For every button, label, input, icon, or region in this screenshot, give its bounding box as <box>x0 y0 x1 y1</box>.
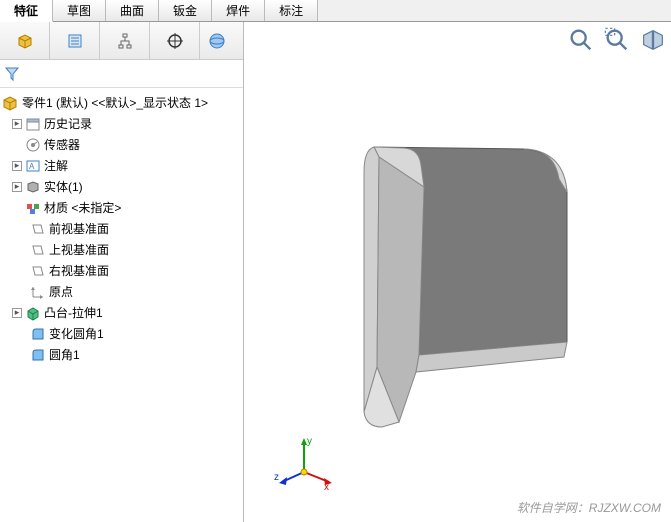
x-axis-label: x <box>324 482 329 492</box>
item-label: 传感器 <box>44 136 80 153</box>
axis-triad[interactable]: y x z <box>274 432 334 492</box>
feature-tree-btn[interactable] <box>0 22 50 59</box>
item-label: 材质 <未指定> <box>44 199 121 216</box>
part-icon <box>2 95 18 111</box>
tree-item-solid-bodies[interactable]: ▸ 实体(1) <box>0 176 243 197</box>
tree-item-annotations[interactable]: ▸ A 注解 <box>0 155 243 176</box>
expand-icon[interactable]: ▸ <box>12 119 22 129</box>
tree-item-history[interactable]: ▸ 历史记录 <box>0 113 243 134</box>
command-tabs: 特征 草图 曲面 钣金 焊件 标注 <box>0 0 671 22</box>
item-label: 凸台-拉伸1 <box>44 304 103 321</box>
tab-features[interactable]: 特征 <box>0 0 53 22</box>
material-icon <box>25 200 41 216</box>
zoom-fit-icon[interactable] <box>567 26 595 54</box>
y-axis-label: y <box>307 436 312 447</box>
cube-icon <box>17 33 33 49</box>
expand-icon[interactable]: ▸ <box>12 161 22 171</box>
watermark: 软件自学网：RJZXW.COM <box>517 499 661 516</box>
annotation-icon: A <box>25 158 41 174</box>
item-label: 圆角1 <box>49 346 80 363</box>
tree-root-label: 零件1 (默认) <<默认>_显示状态 1> <box>22 94 208 111</box>
item-label: 注解 <box>44 157 68 174</box>
target-icon <box>167 33 183 49</box>
sensor-icon <box>25 137 41 153</box>
tab-surfaces[interactable]: 曲面 <box>106 0 159 21</box>
tree-item-material[interactable]: 材质 <未指定> <box>0 197 243 218</box>
feature-manager-panel: 零件1 (默认) <<默认>_显示状态 1> ▸ 历史记录 传感器 ▸ A 注解… <box>0 22 244 522</box>
expand-icon[interactable]: ▸ <box>12 308 22 318</box>
tree-root[interactable]: 零件1 (默认) <<默认>_显示状态 1> <box>0 92 243 113</box>
item-label: 历史记录 <box>44 115 92 132</box>
z-axis-label: z <box>274 472 279 483</box>
plane-icon <box>30 221 46 237</box>
fillet-icon <box>30 347 46 363</box>
solid-icon <box>25 179 41 195</box>
tree-item-var-fillet[interactable]: 变化圆角1 <box>0 323 243 344</box>
funnel-icon[interactable] <box>4 66 20 82</box>
config-manager-btn[interactable] <box>100 22 150 59</box>
expand-icon[interactable]: ▸ <box>12 182 22 192</box>
plane-icon <box>30 242 46 258</box>
list-icon <box>67 33 83 49</box>
item-label: 实体(1) <box>44 178 83 195</box>
display-manager-btn[interactable] <box>200 22 234 59</box>
dimxpert-btn[interactable] <box>150 22 200 59</box>
origin-icon <box>30 284 46 300</box>
tree-item-front-plane[interactable]: 前视基准面 <box>0 218 243 239</box>
3d-model <box>304 132 584 432</box>
item-label: 变化圆角1 <box>49 325 104 342</box>
fillet-icon <box>30 326 46 342</box>
item-label: 上视基准面 <box>49 241 109 258</box>
feature-tree: 零件1 (默认) <<默认>_显示状态 1> ▸ 历史记录 传感器 ▸ A 注解… <box>0 88 243 522</box>
section-view-icon[interactable] <box>639 26 667 54</box>
hierarchy-icon <box>117 33 133 49</box>
panel-toolbar <box>0 22 243 60</box>
property-manager-btn[interactable] <box>50 22 100 59</box>
extrude-icon <box>25 305 41 321</box>
tab-sketch[interactable]: 草图 <box>53 0 106 21</box>
tab-weldments[interactable]: 焊件 <box>212 0 265 21</box>
tree-item-fillet[interactable]: 圆角1 <box>0 344 243 365</box>
zoom-area-icon[interactable] <box>603 26 631 54</box>
tree-item-boss-extrude[interactable]: ▸ 凸台-拉伸1 <box>0 302 243 323</box>
history-icon <box>25 116 41 132</box>
item-label: 前视基准面 <box>49 220 109 237</box>
filter-row <box>0 60 243 88</box>
item-label: 右视基准面 <box>49 262 109 279</box>
tree-item-sensors[interactable]: 传感器 <box>0 134 243 155</box>
tree-item-right-plane[interactable]: 右视基准面 <box>0 260 243 281</box>
plane-icon <box>30 263 46 279</box>
tree-item-origin[interactable]: 原点 <box>0 281 243 302</box>
tab-annotation[interactable]: 标注 <box>265 0 318 21</box>
sphere-icon <box>209 33 225 49</box>
item-label: 原点 <box>49 283 73 300</box>
view-tools <box>567 26 667 54</box>
svg-text:A: A <box>29 162 35 171</box>
tree-item-top-plane[interactable]: 上视基准面 <box>0 239 243 260</box>
3d-viewport[interactable]: y x z 软件自学网：RJZXW.COM <box>244 22 671 522</box>
tab-sheetmetal[interactable]: 钣金 <box>159 0 212 21</box>
